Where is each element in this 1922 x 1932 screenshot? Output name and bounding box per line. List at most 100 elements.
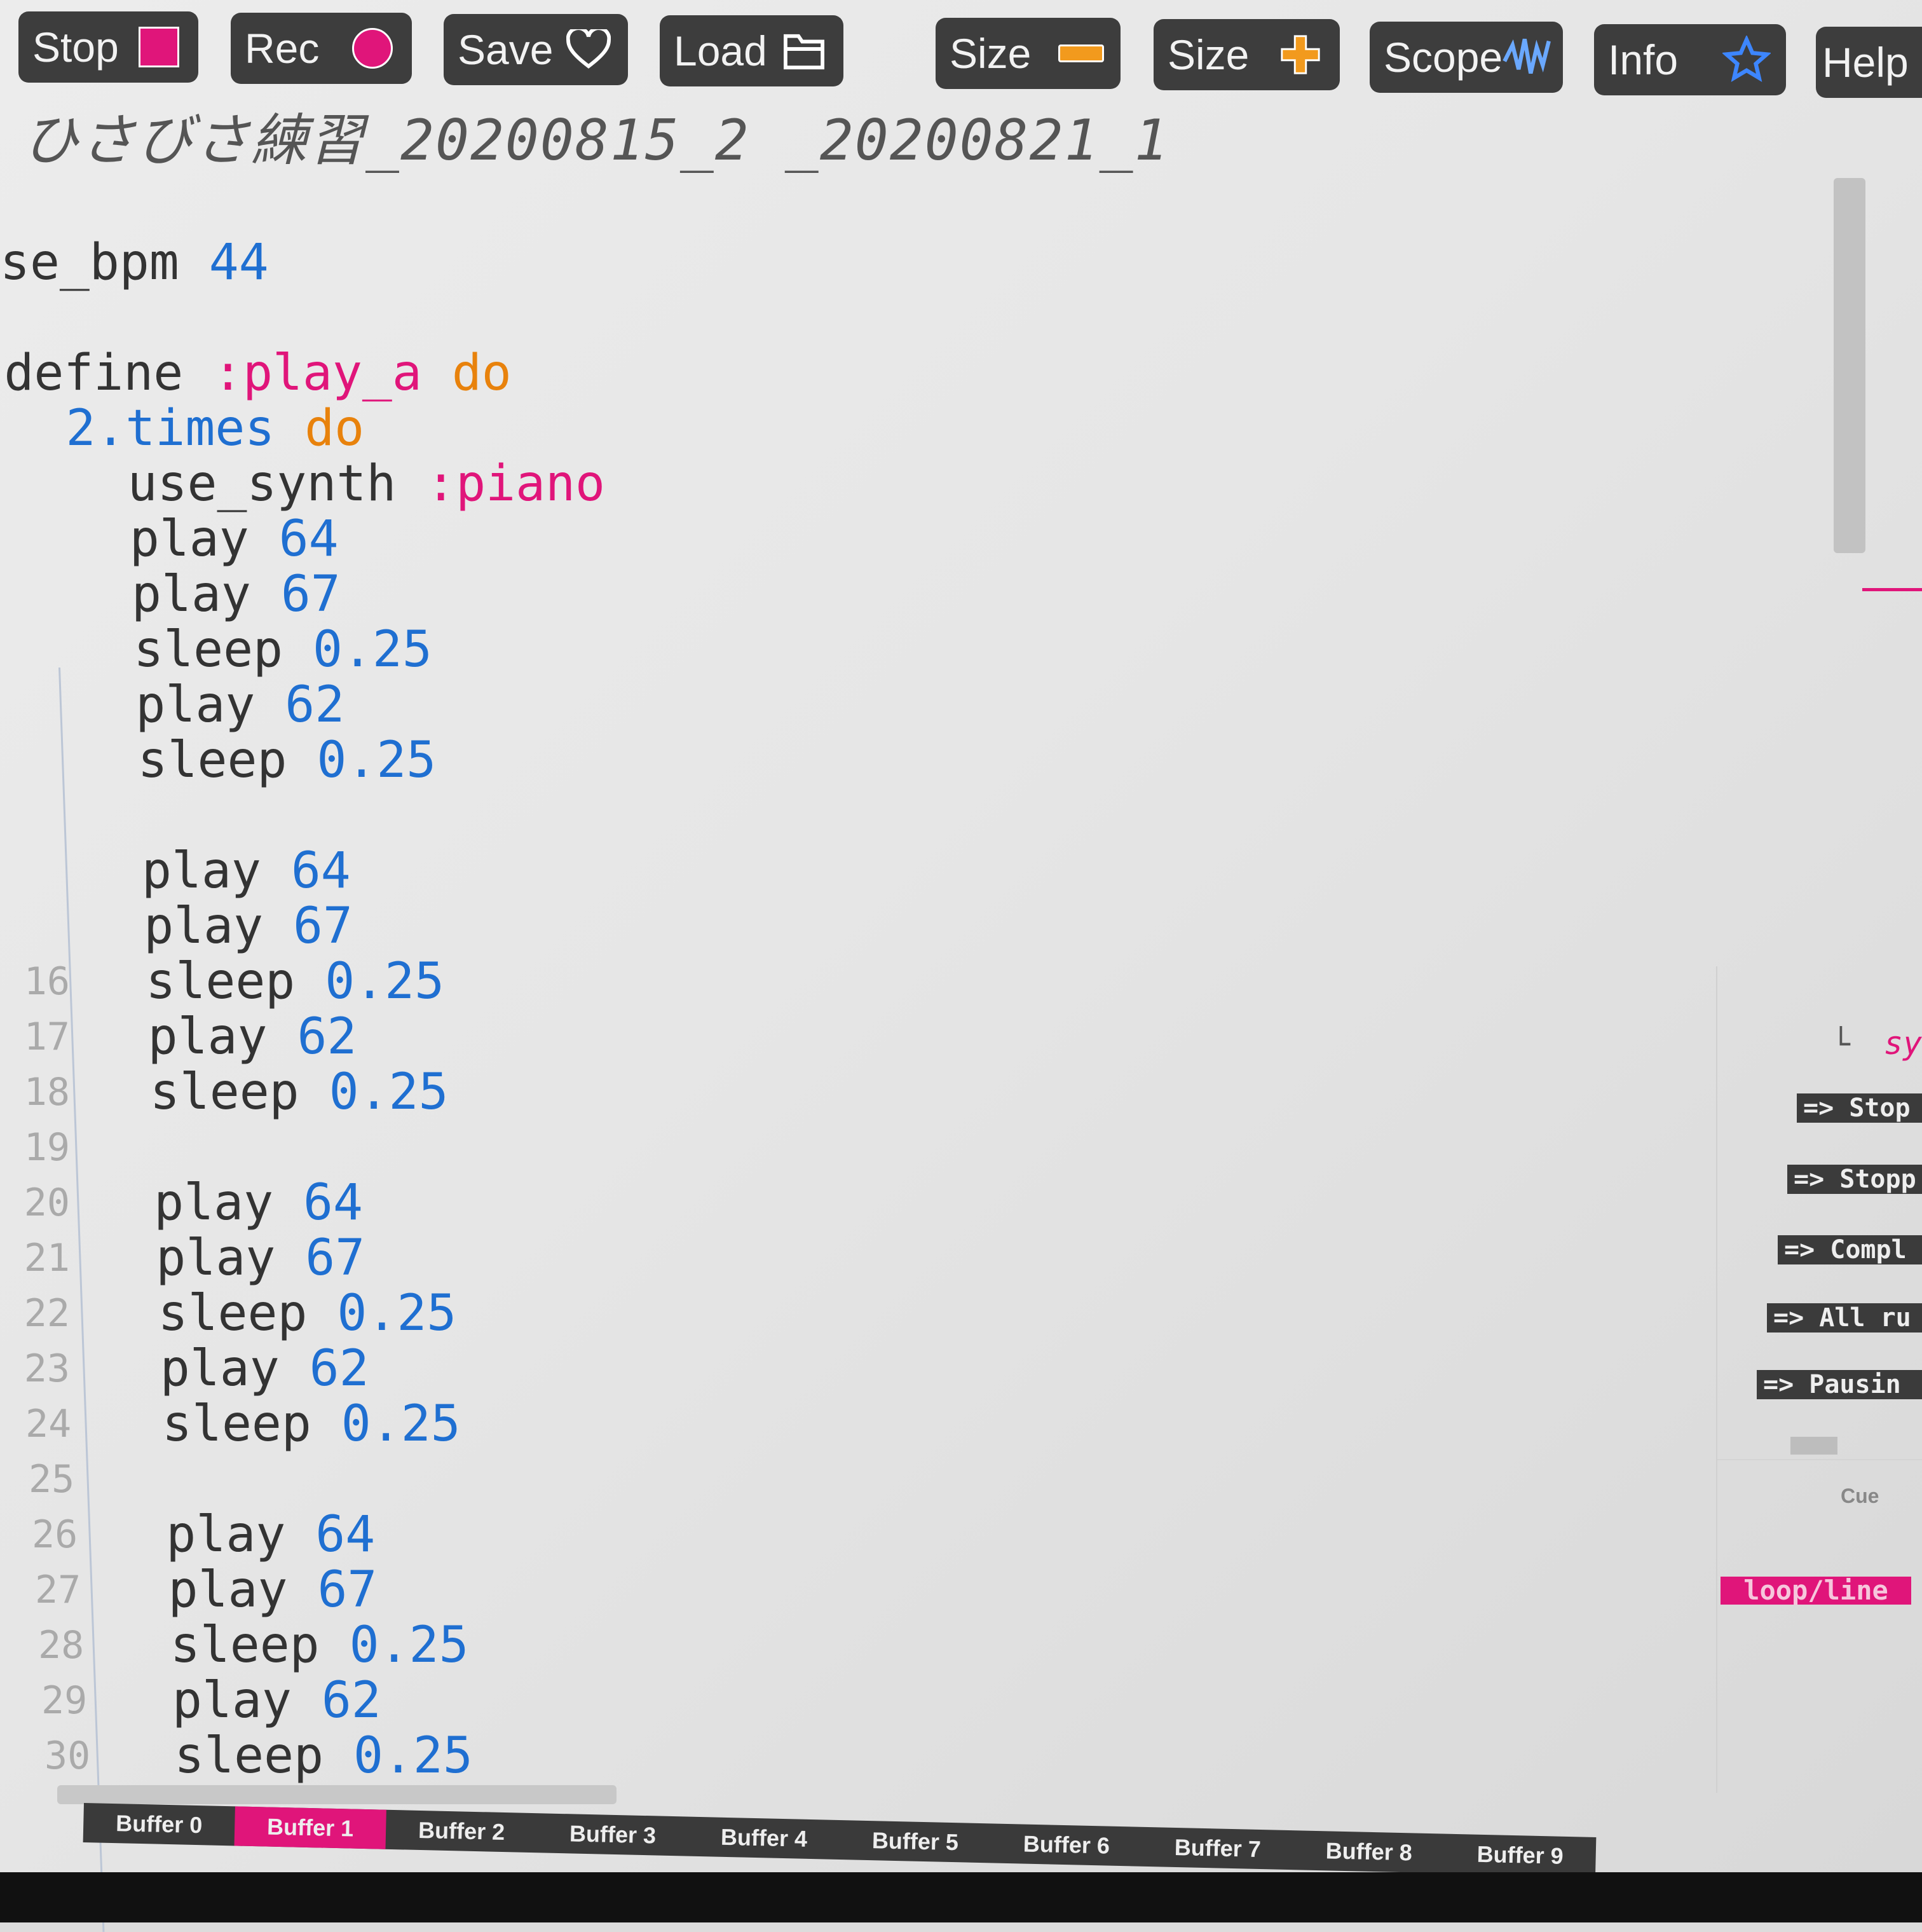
code-line[interactable]: play 62 <box>53 1673 605 1729</box>
code-token-txt: play <box>48 1561 318 1619</box>
stop-label: Stop <box>32 24 119 71</box>
divider <box>1717 1459 1922 1460</box>
code-line[interactable]: play 67 <box>37 1231 605 1286</box>
code-line[interactable]: 2.times do <box>6 401 605 456</box>
scope-label: Scope <box>1384 34 1503 81</box>
buffer-tab-6[interactable]: Buffer 6 <box>990 1823 1142 1866</box>
size-decrease-button[interactable]: Size <box>936 18 1121 89</box>
code-token-txt: sleep <box>51 1617 350 1674</box>
buffer-tab-9[interactable]: Buffer 9 <box>1444 1834 1596 1877</box>
info-button[interactable]: Info <box>1594 24 1786 95</box>
star-icon <box>1721 34 1772 85</box>
code-token-num: 62 <box>285 676 345 734</box>
cue-badge: loop/line <box>1721 1577 1911 1605</box>
code-line[interactable] <box>2 291 605 346</box>
code-line[interactable]: se_bpm 44 <box>0 235 605 291</box>
code-line[interactable]: sleep 0.25 <box>43 1397 605 1452</box>
screen-bezel <box>0 1872 1922 1922</box>
code-line[interactable]: sleep 0.25 <box>39 1286 605 1341</box>
code-line[interactable]: play 67 <box>49 1563 605 1618</box>
editor-vertical-scrollbar[interactable] <box>1834 178 1865 553</box>
buffer-tab-5[interactable]: Buffer 5 <box>839 1820 991 1863</box>
code-token-txt: sleep <box>55 1727 353 1785</box>
rec-button[interactable]: Rec <box>231 13 412 84</box>
buffer-tab-7[interactable]: Buffer 7 <box>1142 1827 1293 1870</box>
save-button[interactable]: Save <box>444 14 628 85</box>
code-token-num: 64 <box>315 1506 376 1563</box>
code-line[interactable]: play 67 <box>24 899 605 954</box>
code-token-txt: sleep <box>31 1064 329 1121</box>
code-line[interactable]: use_synth :piano <box>8 456 605 512</box>
code-editor[interactable]: 16 17 18 19 20 21 22 23 24 25 26 27 28 29 30 se_bpm 44… <box>0 165 1818 1932</box>
buffer-tab-0[interactable]: Buffer 0 <box>83 1803 235 1846</box>
rec-label: Rec <box>245 25 320 72</box>
buffer-tab-1[interactable]: Buffer 1 <box>234 1806 386 1849</box>
code-line[interactable]: play 62 <box>17 678 605 733</box>
code-token-txt: play <box>53 1672 322 1729</box>
code-token-txt: play <box>36 1230 306 1287</box>
code-token-txt: se_bpm <box>0 234 209 291</box>
log-entry: => Compl <box>1778 1235 1922 1264</box>
log-synth-text: sy <box>1884 1025 1922 1062</box>
code-token-num: 0.25 <box>325 953 445 1010</box>
code-token-txt: play <box>10 510 279 568</box>
code-token-txt: sleep <box>43 1395 341 1453</box>
code-line[interactable]: play 64 <box>22 844 605 899</box>
scope-button[interactable]: Scope <box>1370 22 1563 93</box>
code-token-num: 62 <box>297 1008 357 1065</box>
buffer-title: ひさびさ練習_20200815_2 _20200821_1 <box>22 107 1169 173</box>
code-line[interactable]: sleep 0.25 <box>55 1729 605 1784</box>
code-token-txt: play <box>46 1506 316 1563</box>
buffer-tab-3[interactable]: Buffer 3 <box>536 1813 688 1856</box>
code-token-num: 0.25 <box>317 732 437 789</box>
code-line[interactable] <box>44 1452 605 1507</box>
buffer-tab-4[interactable]: Buffer 4 <box>688 1817 840 1860</box>
code-line[interactable]: sleep 0.25 <box>31 1065 605 1120</box>
code-line[interactable]: play 64 <box>10 512 605 567</box>
code-line[interactable]: play 62 <box>41 1341 605 1397</box>
code-line[interactable]: play 64 <box>34 1175 605 1231</box>
code-area[interactable]: se_bpm 44 define :play_a do 2.times do us… <box>0 235 605 1784</box>
editor-horizontal-scrollbar[interactable] <box>57 1785 617 1804</box>
code-line[interactable]: sleep 0.25 <box>14 622 605 678</box>
code-token-num: 64 <box>303 1174 363 1231</box>
code-line[interactable]: play 67 <box>12 567 605 622</box>
code-token-num: 62 <box>309 1340 369 1397</box>
code-token-txt: sleep <box>18 732 317 789</box>
code-line[interactable]: play 62 <box>29 1010 605 1065</box>
size-label: Size <box>1168 31 1250 78</box>
load-label: Load <box>674 27 767 74</box>
tree-prefix: └ <box>1832 1027 1850 1062</box>
stop-button[interactable]: Stop <box>18 11 198 83</box>
code-token-num: 67 <box>317 1561 378 1619</box>
code-line[interactable] <box>20 788 605 844</box>
size-label: Size <box>950 30 1032 77</box>
code-token-num: 0.25 <box>337 1285 457 1342</box>
code-line[interactable] <box>32 1120 605 1175</box>
code-token-txt: play <box>24 898 294 955</box>
code-line[interactable]: define :play_a do <box>4 346 605 401</box>
heart-icon <box>563 24 614 75</box>
size-increase-button[interactable]: Size <box>1154 19 1340 90</box>
code-line[interactable]: sleep 0.25 <box>18 733 605 788</box>
code-line[interactable]: play 64 <box>47 1507 605 1563</box>
buffer-tab-8[interactable]: Buffer 8 <box>1293 1830 1445 1873</box>
save-label: Save <box>458 26 554 73</box>
code-token-txt: play <box>16 676 285 734</box>
code-token-txt: play <box>22 842 291 900</box>
load-button[interactable]: Load <box>660 15 843 86</box>
code-token-num: 64 <box>278 510 339 568</box>
code-token-num: 67 <box>280 566 341 623</box>
code-token-txt: sleep <box>26 953 325 1010</box>
code-line[interactable]: sleep 0.25 <box>51 1618 605 1673</box>
record-circle-icon <box>347 23 398 74</box>
help-button[interactable]: Help <box>1816 27 1922 98</box>
log-entry: => Stopp <box>1787 1165 1922 1194</box>
code-line[interactable]: sleep 0.25 <box>27 954 605 1010</box>
code-token-txt: play <box>34 1174 304 1231</box>
log-scroll-handle[interactable] <box>1790 1437 1837 1455</box>
code-token-num: 0.25 <box>349 1617 469 1674</box>
code-token-txt: sleep <box>38 1285 337 1342</box>
code-token-txt: sleep <box>14 621 313 678</box>
buffer-tab-2[interactable]: Buffer 2 <box>385 1810 537 1853</box>
